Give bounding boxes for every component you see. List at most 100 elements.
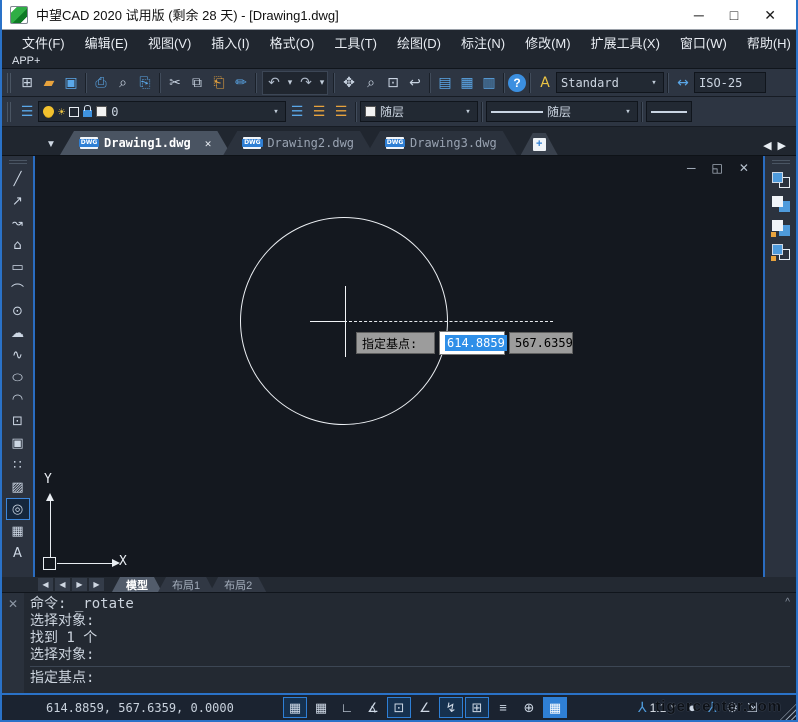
- dynamic-input-y-field[interactable]: 567.6359: [509, 332, 573, 354]
- circle-tool[interactable]: ⊙: [6, 300, 30, 322]
- rectangle-tool[interactable]: ▭: [6, 256, 30, 278]
- otrack-toggle-icon[interactable]: ∠: [413, 697, 437, 718]
- tab-close-icon[interactable]: ✕: [205, 137, 212, 150]
- command-close-icon[interactable]: ✕: [8, 597, 18, 693]
- zoom-previous-icon[interactable]: ↩: [404, 72, 426, 94]
- minimize-button[interactable]: ─: [694, 8, 704, 22]
- properties-palette-icon[interactable]: ▤: [434, 72, 456, 94]
- zoom-realtime-icon[interactable]: ⌕: [360, 72, 382, 94]
- set-layer-current-icon[interactable]: ☰: [286, 101, 308, 123]
- construction-line-tool[interactable]: ↗: [6, 190, 30, 212]
- menu-modify[interactable]: 修改(M): [515, 30, 581, 55]
- bring-above-objects-icon[interactable]: [771, 218, 791, 238]
- dynamic-input-x-field[interactable]: 614.8859: [439, 331, 505, 355]
- menu-window[interactable]: 窗口(W): [670, 30, 737, 55]
- last-layout-button[interactable]: ▶: [89, 578, 104, 591]
- linetype-combo[interactable]: 随层 ▾: [486, 101, 638, 122]
- toolbar-grip[interactable]: [9, 160, 27, 165]
- tab-model[interactable]: 模型: [112, 577, 162, 592]
- bring-to-front-icon[interactable]: [771, 170, 791, 190]
- revision-cloud-tool[interactable]: ☁: [6, 322, 30, 344]
- hatch-tool[interactable]: ▨: [6, 476, 30, 498]
- text-style-icon[interactable]: A: [534, 72, 556, 94]
- color-combo[interactable]: 随层 ▾: [360, 101, 478, 122]
- maximize-button[interactable]: □: [730, 8, 738, 22]
- redo-icon[interactable]: ↷: [295, 72, 317, 94]
- toolbar-grip[interactable]: [772, 160, 790, 165]
- sheet-set-icon[interactable]: ▥: [478, 72, 500, 94]
- next-layout-button[interactable]: ▶: [72, 578, 87, 591]
- menu-app-plus[interactable]: APP+: [12, 55, 40, 67]
- toolbar-grip[interactable]: [7, 73, 13, 93]
- match-properties-icon[interactable]: ✏: [230, 72, 252, 94]
- menu-dimension[interactable]: 标注(N): [451, 30, 515, 55]
- polar-toggle-icon[interactable]: ∡: [361, 697, 385, 718]
- lineweight-toggle-icon[interactable]: ≡: [491, 697, 515, 718]
- make-block-tool[interactable]: ▣: [6, 432, 30, 454]
- menu-tools[interactable]: 工具(T): [324, 30, 387, 55]
- annotation-toggle-icon[interactable]: ⊕: [517, 697, 541, 718]
- tab-list-caret-icon[interactable]: ▼: [42, 133, 60, 155]
- undo-dropdown-caret[interactable]: ▾: [285, 77, 295, 88]
- tool-palettes-icon[interactable]: ▦: [456, 72, 478, 94]
- snap-toggle-icon[interactable]: ▦: [283, 697, 307, 718]
- paste-icon[interactable]: ⎗: [208, 72, 230, 94]
- polygon-tool[interactable]: ⌂: [6, 234, 30, 256]
- quick-properties-toggle-icon[interactable]: ⊞: [465, 697, 489, 718]
- undo-icon[interactable]: ↶: [263, 72, 285, 94]
- insert-block-tool[interactable]: ⊡: [6, 410, 30, 432]
- menu-help[interactable]: 帮助(H): [737, 30, 798, 55]
- send-to-back-icon[interactable]: [771, 194, 791, 214]
- tab-scroll-left-icon[interactable]: ◀: [763, 139, 771, 152]
- send-under-objects-icon[interactable]: [771, 242, 791, 262]
- tab-scroll-right-icon[interactable]: ▶: [778, 139, 786, 152]
- tab-drawing3[interactable]: DWG Drawing3.dwg: [366, 131, 517, 155]
- osnap-toggle-icon[interactable]: ⊡: [387, 697, 411, 718]
- mtext-tool[interactable]: A: [6, 542, 30, 564]
- ellipse-tool[interactable]: ○: [6, 369, 30, 386]
- layer-combo[interactable]: ☀ 0 ▾: [38, 101, 286, 122]
- grid-toggle-icon[interactable]: ▦: [309, 697, 333, 718]
- dim-style-combo[interactable]: ISO-25: [694, 72, 766, 93]
- plot-icon[interactable]: ⎙: [90, 72, 112, 94]
- zoom-window-icon[interactable]: ⊡: [382, 72, 404, 94]
- ellipse-arc-tool[interactable]: ◠: [6, 388, 30, 410]
- menu-format[interactable]: 格式(O): [260, 30, 325, 55]
- layer-match-icon[interactable]: ☰: [330, 101, 352, 123]
- new-file-icon[interactable]: ⊞: [16, 72, 38, 94]
- menu-edit[interactable]: 编辑(E): [75, 30, 138, 55]
- open-file-icon[interactable]: ▰: [38, 72, 60, 94]
- doc-restore-icon[interactable]: ◱: [712, 161, 723, 175]
- save-icon[interactable]: ▣: [60, 72, 82, 94]
- layer-previous-icon[interactable]: ☰: [308, 101, 330, 123]
- command-expand-icon[interactable]: ^: [785, 597, 790, 608]
- point-tool[interactable]: ∷: [6, 454, 30, 476]
- menu-draw[interactable]: 绘图(D): [387, 30, 451, 55]
- menu-file[interactable]: 文件(F): [12, 30, 75, 55]
- text-style-combo[interactable]: Standard ▾: [556, 72, 664, 93]
- menu-view[interactable]: 视图(V): [138, 30, 201, 55]
- cut-icon[interactable]: ✂: [164, 72, 186, 94]
- toolbar-grip[interactable]: [7, 102, 13, 122]
- spline-tool[interactable]: ∿: [6, 344, 30, 366]
- tab-layout2[interactable]: 布局2: [210, 577, 266, 592]
- publish-icon[interactable]: ⎘: [134, 72, 156, 94]
- drawing-canvas[interactable]: ─ ◱ ✕ 指定基点: 614.8859 567.6359 Y: [35, 156, 763, 577]
- line-tool[interactable]: ╱: [6, 168, 30, 190]
- doc-close-icon[interactable]: ✕: [739, 161, 749, 175]
- lineweight-combo[interactable]: [646, 101, 692, 122]
- dim-style-icon[interactable]: ↔: [672, 72, 694, 94]
- table-tool[interactable]: ▦: [6, 520, 30, 542]
- ortho-toggle-icon[interactable]: ∟: [335, 697, 359, 718]
- prev-layout-button[interactable]: ◀: [55, 578, 70, 591]
- viewport-toggle-icon[interactable]: ▦: [543, 697, 567, 718]
- tab-layout1[interactable]: 布局1: [158, 577, 214, 592]
- tab-drawing1[interactable]: DWG Drawing1.dwg ✕: [60, 131, 231, 155]
- command-input-line[interactable]: 指定基点:: [30, 670, 790, 687]
- help-icon[interactable]: ?: [508, 74, 526, 92]
- isometric-triad-icon[interactable]: ⅄: [638, 699, 647, 716]
- menu-insert[interactable]: 插入(I): [201, 30, 259, 55]
- new-tab-button[interactable]: +: [521, 133, 558, 155]
- window-resize-grip[interactable]: [780, 704, 796, 720]
- doc-minimize-icon[interactable]: ─: [687, 161, 696, 175]
